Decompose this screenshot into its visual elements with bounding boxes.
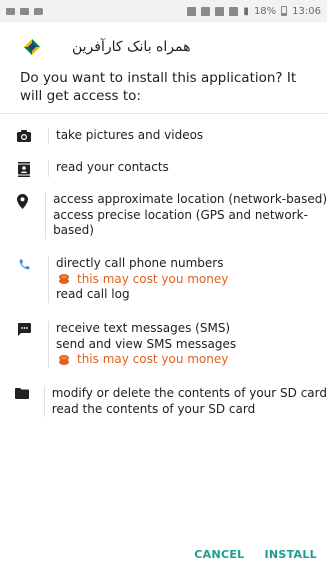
- permission-line: read your contacts: [56, 160, 169, 174]
- folder-icon: [14, 388, 29, 399]
- phone-icon: [19, 259, 29, 270]
- notification-image-icon: [6, 7, 15, 15]
- system-icons: ▮ 18% 13:06: [187, 6, 321, 17]
- permission-line: take pictures and videos: [56, 128, 204, 142]
- cost-warning-text: this may cost you money: [77, 352, 229, 366]
- permission-phone: directly call phone numbers this may cos…: [0, 256, 327, 303]
- permission-line: read the contents of your SD card: [51, 401, 256, 416]
- coins-icon: [59, 274, 69, 285]
- app-logo-icon: [24, 39, 40, 55]
- permission-line: modify or delete the contents of your SD…: [51, 386, 327, 400]
- permission-line: access approximate location (network-bas…: [53, 192, 327, 206]
- divider: [0, 113, 327, 114]
- battery-icon: [281, 6, 288, 16]
- permission-storage: modify or delete the contents of your SD…: [0, 386, 327, 417]
- install-prompt: Do you want to install this application?…: [20, 70, 297, 104]
- notification-app-icon: [20, 7, 29, 15]
- signal-icon: ▮: [243, 5, 249, 17]
- permission-line: directly call phone numbers: [56, 256, 224, 270]
- permission-line: access precise location (GPS and network…: [53, 207, 308, 222]
- battery-percent: 18%: [253, 5, 277, 17]
- camera-icon: [17, 130, 31, 142]
- permission-contacts: read your contacts: [0, 160, 327, 177]
- wifi-icon: [229, 6, 239, 16]
- permission-line: send and view SMS messages: [56, 336, 237, 351]
- permission-sms: receive text messages (SMS) send and vie…: [0, 321, 327, 368]
- location-icon: [17, 194, 29, 209]
- coins-icon: [59, 354, 69, 365]
- permission-line: based): [53, 223, 94, 237]
- contacts-icon: [18, 162, 30, 177]
- notification-icons: [6, 7, 43, 15]
- status-bar: ▮ 18% 13:06: [0, 0, 327, 22]
- cancel-button[interactable]: CANCEL: [194, 548, 244, 561]
- dialog-actions: CANCEL INSTALL: [194, 548, 317, 561]
- nfc-icon: [215, 6, 225, 16]
- permission-line: receive text messages (SMS): [56, 321, 231, 335]
- notification-message-icon: [34, 7, 43, 15]
- do-not-disturb-icon: [201, 6, 211, 16]
- screen-mirror-icon: [187, 6, 197, 16]
- cost-warning-text: this may cost you money: [77, 271, 229, 286]
- cost-warning: this may cost you money: [56, 272, 228, 288]
- cost-warning: this may cost you money: [56, 352, 236, 368]
- permission-line: read call log: [56, 287, 130, 301]
- install-button[interactable]: INSTALL: [264, 548, 317, 561]
- permission-location: access approximate location (network-bas…: [0, 192, 327, 239]
- app-name: همراه بانک کارآفرین: [72, 39, 191, 55]
- clock: 13:06: [292, 5, 321, 17]
- permission-camera: take pictures and videos: [0, 128, 327, 144]
- message-icon: [17, 323, 31, 336]
- app-header: همراه بانک کارآفرین: [0, 33, 327, 61]
